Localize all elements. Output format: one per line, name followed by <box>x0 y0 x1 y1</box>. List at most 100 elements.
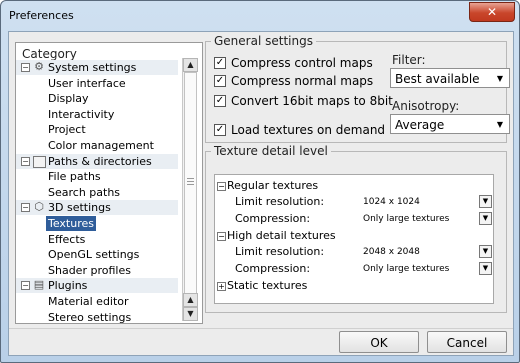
preferences-window: Preferences ✕ Category − ⚙ System settings… <box>0 0 520 363</box>
checkbox-box[interactable]: ✓ <box>214 75 226 87</box>
category-item[interactable]: Display <box>16 91 178 106</box>
checkbox-label: Compress normal maps <box>231 74 374 88</box>
category-label: Material editor <box>48 295 129 308</box>
category-item[interactable]: Stereo settings <box>16 310 178 324</box>
checkbox-box[interactable]: ✓ <box>214 95 226 107</box>
folder-icon <box>33 155 46 168</box>
category-scrollbar[interactable]: ▲ ▲ ▼ <box>182 58 198 321</box>
property-value: Only large textures <box>363 264 450 274</box>
category-label: Color management <box>48 139 154 152</box>
category-label: Textures <box>46 216 96 231</box>
close-icon: ✕ <box>486 5 498 19</box>
dropdown-icon[interactable]: ▼ <box>479 195 492 208</box>
checkbox-box[interactable]: ✓ <box>214 124 226 136</box>
cube-icon: ⬡ <box>34 200 44 214</box>
category-label: User interface <box>48 76 126 90</box>
category-label: Search paths <box>48 185 121 199</box>
category-item[interactable]: File paths <box>16 169 178 184</box>
category-panel: Category − ⚙ System settings User interface… <box>15 42 203 324</box>
collapse-icon[interactable]: − <box>21 203 30 213</box>
property-label: Compression: <box>235 262 311 275</box>
category-label: Shader profiles <box>48 263 131 277</box>
category-group[interactable]: − ⬡ 3D settings <box>16 200 178 216</box>
chevron-down-icon: ▼ <box>496 74 503 83</box>
category-group[interactable]: − ⚙ System settings <box>16 60 178 75</box>
checkbox-box[interactable]: ✓ <box>214 57 226 69</box>
expand-icon[interactable]: + <box>217 282 226 291</box>
texture-detail-title: Texture detail level <box>211 144 331 158</box>
category-label: Effects <box>48 232 86 246</box>
window-title: Preferences <box>9 9 74 22</box>
title-bar[interactable]: Preferences ✕ <box>1 1 519 31</box>
category-item[interactable]: Material editor <box>16 294 178 309</box>
category-label: Project <box>48 123 86 137</box>
category-item[interactable]: User interface <box>16 76 178 91</box>
checkbox-label: Convert 16bit maps to 8bit <box>231 94 393 108</box>
category-label: File paths <box>48 170 101 184</box>
anisotropy-value: Average <box>395 118 445 132</box>
general-settings-group: General settings ✓ Compress control maps… <box>205 34 510 143</box>
category-item[interactable]: Interactivity <box>16 107 178 122</box>
collapse-icon[interactable]: − <box>21 156 30 166</box>
category-label: 3D settings <box>48 201 111 215</box>
checkbox-label: Compress control maps <box>231 56 373 70</box>
general-settings-title: General settings <box>211 34 316 48</box>
property-label: Limit resolution: <box>235 245 325 258</box>
collapse-icon[interactable]: − <box>21 63 30 72</box>
dropdown-icon[interactable]: ▼ <box>479 212 492 225</box>
scroll-up-button-lower[interactable]: ▲ <box>183 293 198 307</box>
category-item[interactable]: OpenGL settings <box>16 247 178 262</box>
property-row[interactable]: Limit resolution: 2048 x 2048 ▼ <box>215 244 492 260</box>
anisotropy-select[interactable]: Average ▼ <box>390 114 510 134</box>
category-label: OpenGL settings <box>48 248 140 262</box>
category-label: Display <box>48 92 89 106</box>
scroll-grip <box>187 181 194 182</box>
category-label: Plugins <box>48 279 88 293</box>
category-group[interactable]: − ▤ Plugins <box>16 278 178 294</box>
category-group[interactable]: − Paths & directories <box>16 153 178 169</box>
section-regular-textures[interactable]: − Regular textures <box>215 178 491 194</box>
property-label: Compression: <box>235 212 311 225</box>
collapse-icon[interactable]: − <box>21 281 30 291</box>
property-value: Only large textures <box>363 214 450 224</box>
ok-button[interactable]: OK <box>339 331 419 353</box>
close-button[interactable]: ✕ <box>469 2 515 22</box>
category-item[interactable]: Textures <box>16 216 178 231</box>
plugin-icon: ▤ <box>33 278 45 292</box>
property-row[interactable]: Compression: Only large textures ▼ <box>215 261 492 277</box>
category-item[interactable]: Effects <box>16 232 178 247</box>
category-item[interactable]: Shader profiles <box>16 263 178 278</box>
property-label: Limit resolution: <box>235 195 325 208</box>
scroll-down-button[interactable]: ▼ <box>183 307 198 321</box>
category-item[interactable]: Project <box>16 122 178 137</box>
property-row[interactable]: Compression: Only large textures ▼ <box>215 211 492 227</box>
filter-select[interactable]: Best available ▼ <box>390 68 510 88</box>
dialog-client: Category − ⚙ System settings User interface… <box>8 31 514 356</box>
property-value: 1024 x 1024 <box>363 197 420 207</box>
section-high-detail-textures[interactable]: − High detail textures <box>215 228 491 244</box>
dropdown-icon[interactable]: ▼ <box>479 245 492 258</box>
scroll-grip <box>187 178 194 179</box>
texture-detail-group: Texture detail level − Regular textures … <box>205 144 507 313</box>
property-value: 2048 x 2048 <box>363 247 420 257</box>
property-row[interactable]: Limit resolution: 1024 x 1024 ▼ <box>215 194 492 210</box>
filter-label: Filter: <box>392 53 426 67</box>
checkbox-label: Load textures on demand <box>231 123 386 137</box>
collapse-icon[interactable]: − <box>217 232 226 241</box>
section-static-textures[interactable]: + Static textures <box>215 278 491 294</box>
category-item[interactable]: Color management <box>16 138 178 153</box>
category-label: Interactivity <box>48 107 115 121</box>
category-label: Stereo settings <box>48 310 132 324</box>
filter-value: Best available <box>395 72 480 86</box>
category-header: Category <box>22 47 77 61</box>
texture-property-grid: − Regular textures Limit resolution: 102… <box>214 174 494 304</box>
gear-icon: ⚙ <box>34 60 44 73</box>
collapse-icon[interactable]: − <box>217 182 226 191</box>
scroll-thumb[interactable] <box>184 72 197 294</box>
button-separator <box>9 328 513 329</box>
dropdown-icon[interactable]: ▼ <box>479 262 492 275</box>
scroll-up-button[interactable]: ▲ <box>183 58 198 72</box>
cancel-button[interactable]: Cancel <box>427 331 507 353</box>
category-item[interactable]: Search paths <box>16 185 178 200</box>
section-label: High detail textures <box>227 229 336 242</box>
